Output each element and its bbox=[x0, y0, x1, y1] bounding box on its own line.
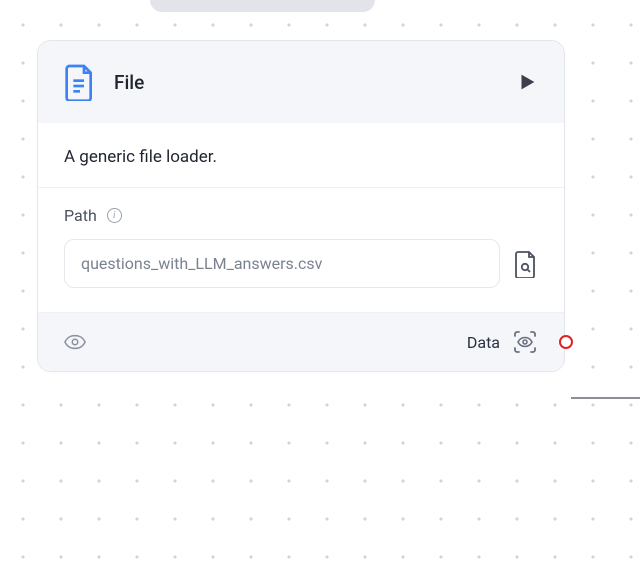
play-icon[interactable] bbox=[516, 71, 538, 93]
node-description: A generic file loader. bbox=[38, 123, 564, 188]
eye-icon[interactable] bbox=[64, 334, 86, 350]
node-title: File bbox=[114, 71, 498, 94]
path-label: Path bbox=[64, 206, 97, 225]
node-header[interactable]: File bbox=[38, 41, 564, 123]
file-node-card[interactable]: File A generic file loader. Path i quest… bbox=[37, 40, 565, 372]
toolbar-pill bbox=[150, 0, 375, 12]
node-body: Path i questions_with_LLM_answers.csv bbox=[38, 188, 564, 312]
output-label: Data bbox=[467, 333, 500, 352]
info-icon[interactable]: i bbox=[107, 208, 122, 223]
path-input-row: questions_with_LLM_answers.csv bbox=[64, 239, 538, 288]
connection-wire bbox=[571, 397, 640, 399]
file-search-icon[interactable] bbox=[514, 250, 538, 278]
scan-eye-icon[interactable] bbox=[512, 329, 538, 355]
output-port[interactable] bbox=[559, 335, 573, 349]
node-footer: Data bbox=[38, 312, 564, 371]
path-input[interactable]: questions_with_LLM_answers.csv bbox=[64, 239, 500, 288]
path-label-row: Path i bbox=[64, 206, 538, 225]
file-icon bbox=[64, 63, 96, 101]
